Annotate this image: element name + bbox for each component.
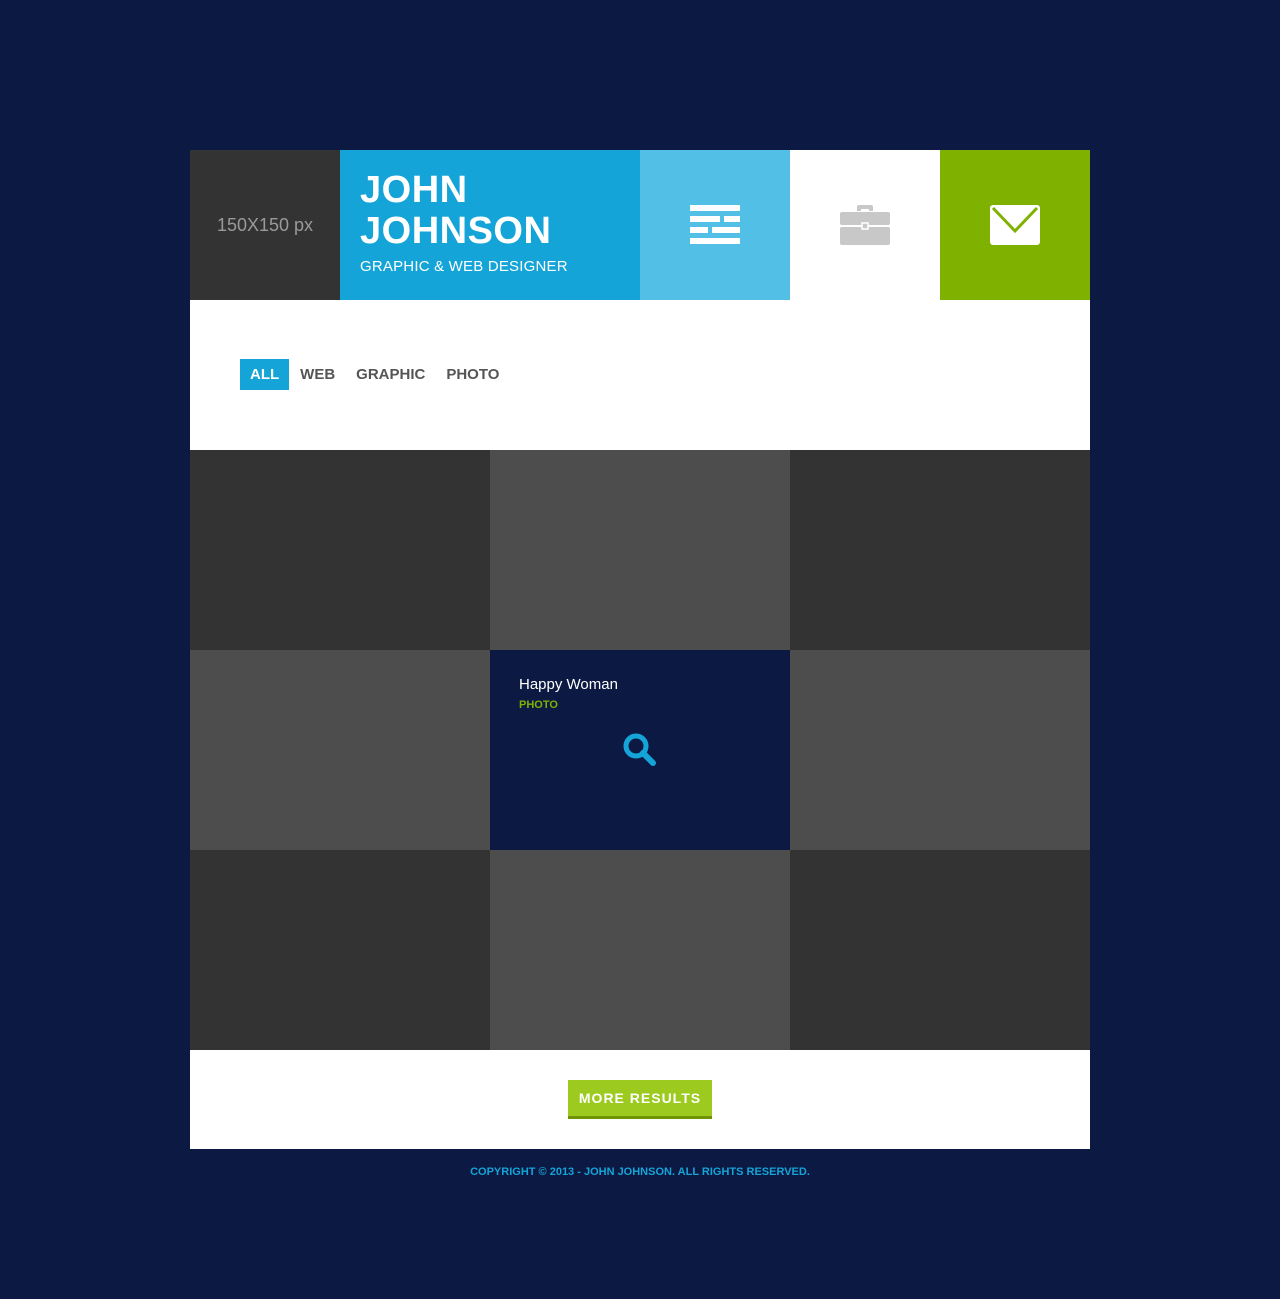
portfolio-item[interactable]	[790, 450, 1090, 650]
filter-list: ALL WEB GRAPHIC PHOTO	[240, 359, 510, 390]
item-title: Happy Woman	[519, 676, 618, 693]
filter-all[interactable]: ALL	[240, 359, 290, 390]
envelope-icon	[990, 205, 1040, 245]
portfolio-item[interactable]	[190, 850, 490, 1050]
contact-tile-button[interactable]	[940, 150, 1090, 300]
portfolio-item[interactable]	[790, 850, 1090, 1050]
portfolio-item[interactable]	[190, 450, 490, 650]
portfolio-item-hovered[interactable]: Happy Woman PHOTO	[490, 650, 790, 850]
copyright-text: COPYRIGHT © 2013 - JOHN JOHNSON. ALL RIG…	[470, 1166, 810, 1178]
filter-bar: ALL WEB GRAPHIC PHOTO	[190, 300, 1090, 450]
filter-photo[interactable]: PHOTO	[436, 359, 509, 390]
portfolio-item[interactable]	[490, 450, 790, 650]
portfolio-grid: Happy Woman PHOTO	[190, 450, 1090, 1050]
last-name: JOHNSON	[360, 210, 552, 252]
portfolio-item[interactable]	[790, 650, 1090, 850]
more-results-bar: MORE RESULTS	[190, 1050, 1090, 1149]
more-results-button[interactable]: MORE RESULTS	[568, 1080, 712, 1119]
avatar-placeholder-label: 150X150 px	[216, 214, 314, 235]
resume-tile-button[interactable]	[640, 150, 790, 300]
portfolio-item[interactable]	[490, 850, 790, 1050]
filter-graphic[interactable]: GRAPHIC	[346, 359, 435, 390]
portfolio-container: 150X150 px JOHN JOHNSON GRAPHIC & WEB DE…	[190, 150, 1090, 1149]
briefcase-icon	[840, 205, 890, 245]
filter-web[interactable]: WEB	[290, 359, 345, 390]
job-title: GRAPHIC & WEB DESIGNER	[360, 258, 568, 275]
resume-icon	[690, 205, 740, 244]
search-icon[interactable]	[623, 733, 657, 767]
name-tile: JOHN JOHNSON GRAPHIC & WEB DESIGNER	[340, 150, 640, 300]
header: 150X150 px JOHN JOHNSON GRAPHIC & WEB DE…	[190, 150, 1090, 300]
first-name: JOHN	[360, 169, 468, 211]
portfolio-item[interactable]	[190, 650, 490, 850]
portfolio-tile-button[interactable]	[790, 150, 940, 300]
item-category: PHOTO	[519, 699, 558, 711]
avatar-placeholder: 150X150 px	[190, 150, 340, 300]
